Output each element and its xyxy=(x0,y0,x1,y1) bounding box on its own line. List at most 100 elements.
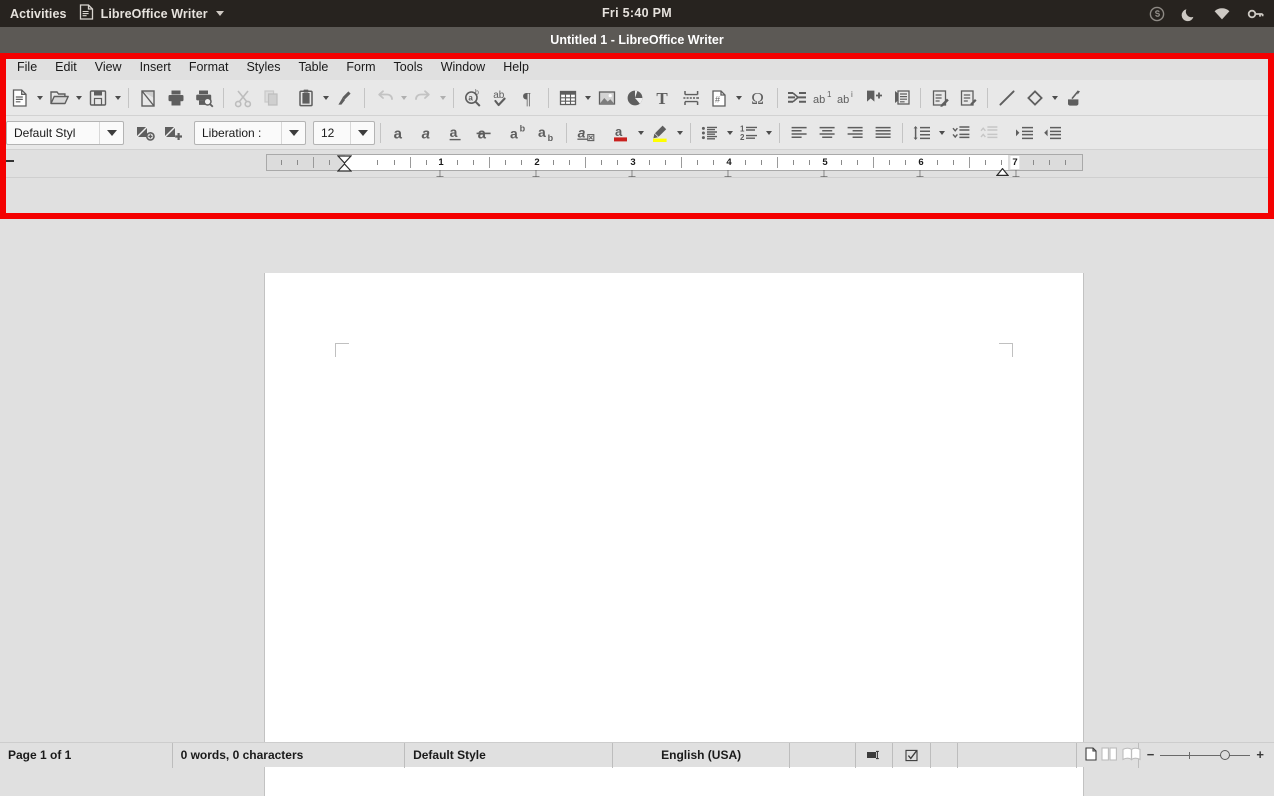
zoom-in-button[interactable]: + xyxy=(1256,748,1264,761)
paragraph-style-combobox[interactable]: Default Styl xyxy=(6,120,124,145)
save-dropdown[interactable] xyxy=(112,84,123,112)
font-color-icon[interactable]: a xyxy=(607,119,635,147)
first-line-indent-marker[interactable] xyxy=(336,155,353,172)
horizontal-ruler[interactable]: 1 2 3 4 5 6 7 xyxy=(266,154,1083,176)
zoom-slider-handle[interactable] xyxy=(1219,750,1230,760)
tab-stop-marker[interactable]: ⊥ xyxy=(628,170,637,180)
insert-field-dropdown[interactable] xyxy=(733,84,744,112)
font-name-value[interactable]: Liberation : xyxy=(195,126,281,140)
insert-endnote-icon[interactable]: ab 1 xyxy=(811,84,835,112)
tab-stop-marker[interactable]: ⊥ xyxy=(820,170,829,180)
new-document-icon[interactable] xyxy=(6,84,34,112)
insert-chart-icon[interactable] xyxy=(621,84,649,112)
screenshot-circle-icon[interactable] xyxy=(1149,6,1165,22)
track-changes-icon[interactable] xyxy=(926,84,954,112)
font-size-value[interactable]: 12 xyxy=(314,126,350,140)
find-replace-icon[interactable]: a b xyxy=(459,84,487,112)
highlight-color-icon[interactable] xyxy=(646,119,674,147)
save-icon[interactable] xyxy=(84,84,112,112)
menu-file[interactable]: File xyxy=(8,57,46,77)
insert-image-icon[interactable] xyxy=(593,84,621,112)
paste-dropdown[interactable] xyxy=(320,84,331,112)
insert-field-icon[interactable]: # xyxy=(705,84,733,112)
zoom-control[interactable]: − + xyxy=(1139,743,1274,768)
selection-mode-icon[interactable] xyxy=(893,742,931,768)
clear-formatting-icon[interactable]: a xyxy=(572,119,600,147)
app-menu-button[interactable]: LibreOffice Writer xyxy=(79,4,224,23)
open-document-dropdown[interactable] xyxy=(73,84,84,112)
zoom-slider[interactable] xyxy=(1160,750,1251,760)
line-spacing-dropdown[interactable] xyxy=(936,119,947,147)
paragraph-style-value[interactable]: Default Styl xyxy=(7,126,99,140)
zoom-out-button[interactable]: − xyxy=(1147,748,1155,761)
special-character-icon[interactable]: Ω xyxy=(744,84,772,112)
print-icon[interactable] xyxy=(162,84,190,112)
show-draw-functions-icon[interactable] xyxy=(1060,84,1088,112)
font-color-dropdown[interactable] xyxy=(635,119,646,147)
underline-icon[interactable]: a xyxy=(442,119,470,147)
subscript-icon[interactable]: a b xyxy=(533,119,561,147)
overwrite-mode-icon[interactable] xyxy=(856,742,894,768)
font-size-dropdown-arrow[interactable] xyxy=(350,121,374,144)
tab-stop-marker[interactable]: ⊥ xyxy=(1012,170,1021,180)
formatting-marks-icon[interactable]: ¶ xyxy=(515,84,543,112)
insert-footnote-icon[interactable] xyxy=(783,84,811,112)
menu-help[interactable]: Help xyxy=(494,57,538,77)
increase-paragraph-spacing-icon[interactable] xyxy=(947,119,975,147)
status-page-style[interactable]: Default Style xyxy=(405,742,614,768)
line-spacing-icon[interactable] xyxy=(908,119,936,147)
align-center-icon[interactable] xyxy=(813,119,841,147)
export-pdf-icon[interactable] xyxy=(134,84,162,112)
menu-tools[interactable]: Tools xyxy=(385,57,432,77)
insert-bookmark-icon[interactable]: ab i xyxy=(835,84,859,112)
print-preview-icon[interactable] xyxy=(190,84,218,112)
status-page-count[interactable]: Page 1 of 1 xyxy=(0,742,173,768)
new-document-dropdown[interactable] xyxy=(34,84,45,112)
tab-stop-marker[interactable]: ⊥ xyxy=(532,170,541,180)
insert-table-icon[interactable] xyxy=(554,84,582,112)
basic-shapes-icon[interactable] xyxy=(1021,84,1049,112)
document-canvas[interactable] xyxy=(0,273,1274,796)
spelling-icon[interactable]: ab xyxy=(487,84,515,112)
menu-styles[interactable]: Styles xyxy=(237,57,289,77)
wifi-icon[interactable] xyxy=(1213,6,1231,22)
menu-format[interactable]: Format xyxy=(180,57,238,77)
font-size-combobox[interactable]: 12 xyxy=(313,120,375,145)
strikethrough-icon[interactable]: a xyxy=(470,119,498,147)
tab-stop-marker[interactable]: ⊥ xyxy=(724,170,733,180)
clone-formatting-icon[interactable] xyxy=(331,84,359,112)
update-style-icon[interactable] xyxy=(131,119,159,147)
insert-text-box-icon[interactable]: T xyxy=(649,84,677,112)
menu-insert[interactable]: Insert xyxy=(131,57,180,77)
insert-comment-icon[interactable] xyxy=(887,84,915,112)
insert-comment-bubble-icon[interactable] xyxy=(954,84,982,112)
paste-icon[interactable] xyxy=(292,84,320,112)
single-page-view-icon[interactable] xyxy=(1085,746,1097,764)
increase-indent-icon[interactable] xyxy=(1010,119,1038,147)
open-document-icon[interactable] xyxy=(45,84,73,112)
multi-page-view-icon[interactable] xyxy=(1101,746,1118,764)
new-style-icon[interactable] xyxy=(159,119,187,147)
menu-form[interactable]: Form xyxy=(337,57,384,77)
right-indent-marker[interactable] xyxy=(995,163,1010,181)
menu-window[interactable]: Window xyxy=(432,57,494,77)
unordered-list-icon[interactable] xyxy=(696,119,724,147)
align-justified-icon[interactable] xyxy=(869,119,897,147)
activities-button[interactable]: Activities xyxy=(0,7,79,21)
insert-line-icon[interactable] xyxy=(993,84,1021,112)
menu-view[interactable]: View xyxy=(86,57,131,77)
moon-icon[interactable] xyxy=(1181,6,1197,22)
ordered-list-dropdown[interactable] xyxy=(763,119,774,147)
align-right-icon[interactable] xyxy=(841,119,869,147)
tab-stop-marker[interactable]: ⊥ xyxy=(436,170,445,180)
ordered-list-icon[interactable]: 1 2 xyxy=(735,119,763,147)
tab-stop-marker[interactable]: ⊥ xyxy=(916,170,925,180)
basic-shapes-dropdown[interactable] xyxy=(1049,84,1060,112)
decrease-indent-icon[interactable] xyxy=(1038,119,1066,147)
unordered-list-dropdown[interactable] xyxy=(724,119,735,147)
bold-icon[interactable]: a xyxy=(386,119,414,147)
cross-reference-icon[interactable] xyxy=(859,84,887,112)
paragraph-style-dropdown-arrow[interactable] xyxy=(99,121,123,144)
superscript-icon[interactable]: a b xyxy=(505,119,533,147)
document-page[interactable] xyxy=(265,273,1083,796)
